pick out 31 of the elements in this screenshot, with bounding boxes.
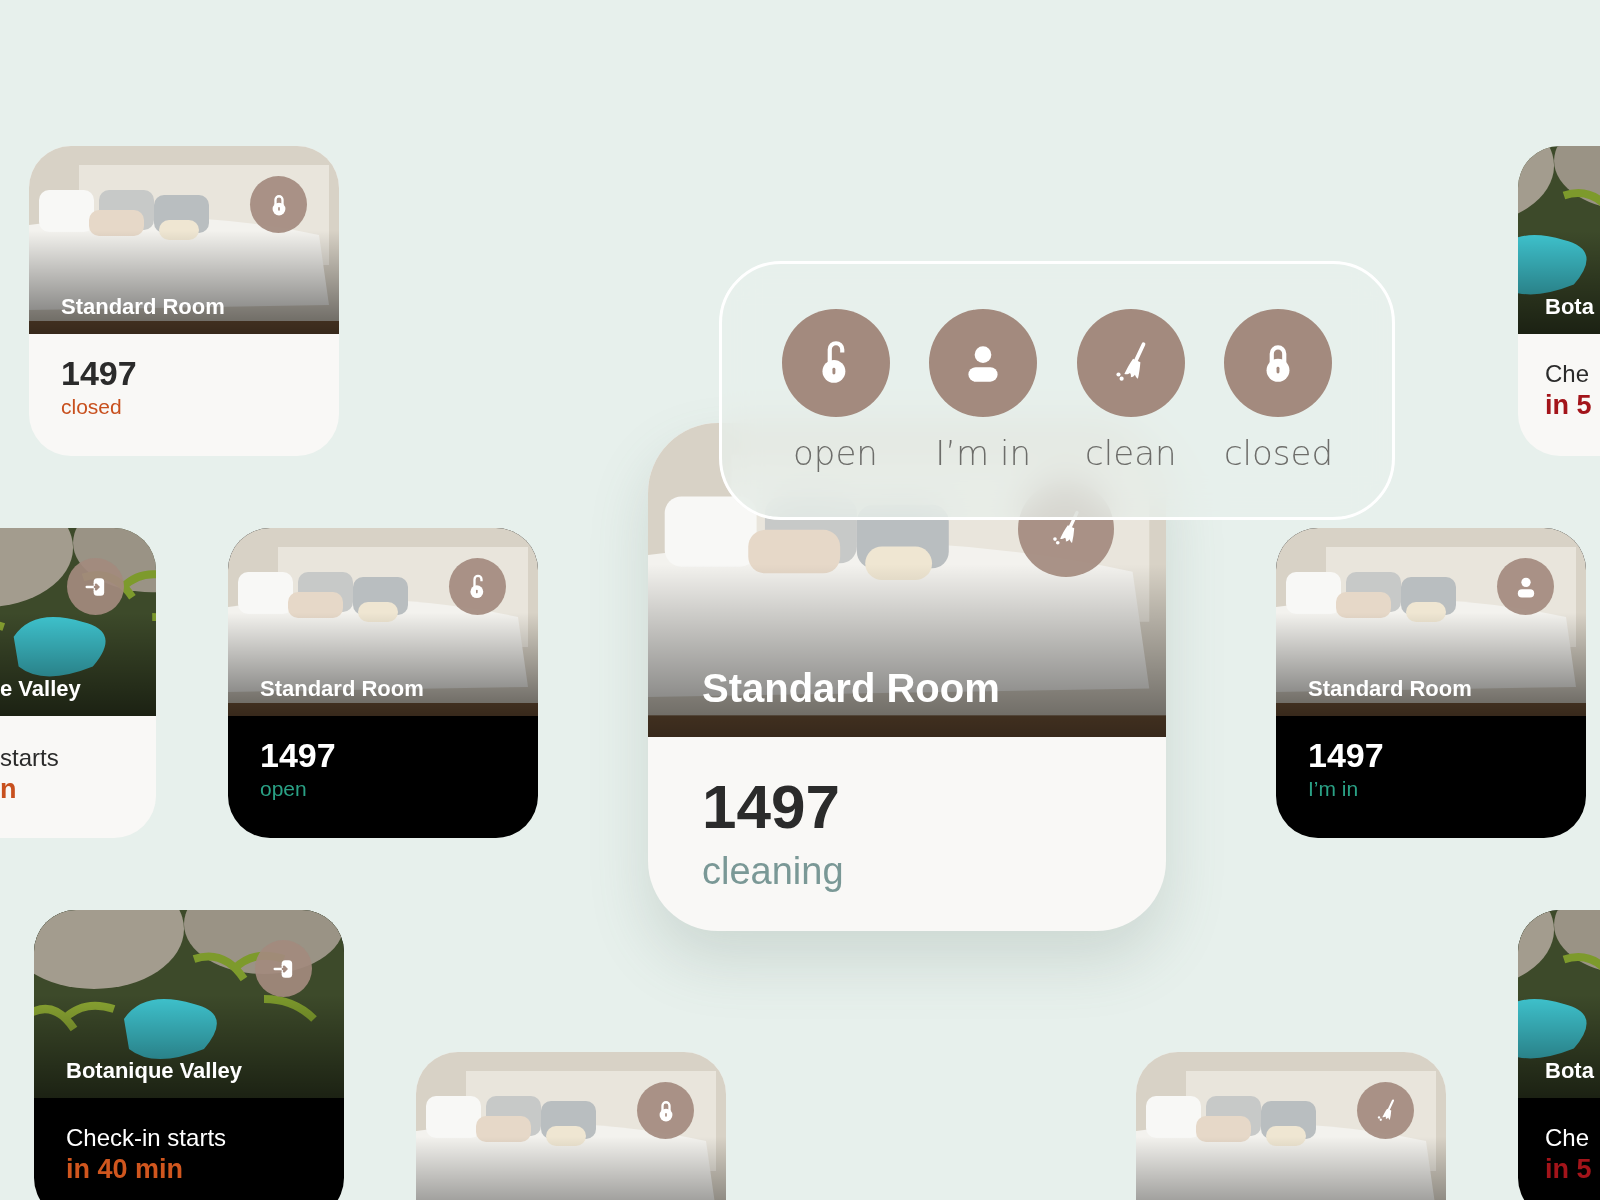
card-title: Bota — [1545, 294, 1595, 320]
room-number: 1497 — [61, 354, 137, 393]
hotel-card[interactable]: Bota Che in 5 — [1518, 146, 1600, 456]
room-card[interactable]: Standard Room 1497 open — [228, 528, 538, 838]
room-number: 1497 — [1308, 736, 1384, 775]
room-number: 1497 — [702, 771, 840, 842]
card-title: Standard Room — [61, 294, 226, 320]
checkin-label: Che — [1545, 1124, 1590, 1152]
card-title: Standard Room — [702, 666, 1001, 711]
checkin-time: in 40 min — [66, 1154, 184, 1185]
checkin-label: Che — [1545, 360, 1590, 388]
checkin-label: Check-in starts — [66, 1124, 227, 1152]
hotel-card[interactable]: e Valley starts n — [0, 528, 156, 838]
checkin-time: in 5 — [1545, 390, 1592, 421]
checkin-label: starts — [0, 744, 59, 772]
room-status: cleaning — [702, 850, 844, 893]
room-status: closed — [61, 395, 122, 419]
card-title: Standard Room — [1308, 676, 1473, 702]
card-title: Bota — [1545, 1058, 1595, 1084]
room-status: I’m in — [1308, 777, 1359, 801]
card-title: e Valley — [0, 676, 82, 702]
room-card[interactable]: Standard Room 1497 closed — [29, 146, 339, 456]
card-title: Standard Room — [260, 676, 425, 702]
hotel-card[interactable]: Bota Che in 5 — [1518, 910, 1600, 1200]
checkin-time: in 5 — [1545, 1154, 1592, 1185]
card-title: Botanique Valley — [66, 1058, 244, 1084]
checkin-time: n — [0, 774, 17, 805]
room-status: open — [260, 777, 307, 801]
room-number: 1497 — [260, 736, 336, 775]
room-card[interactable]: Standard Room 1497 I’m in — [1276, 528, 1586, 838]
hotel-card[interactable]: Botanique Valley Check-in starts in 40 min — [34, 910, 344, 1200]
